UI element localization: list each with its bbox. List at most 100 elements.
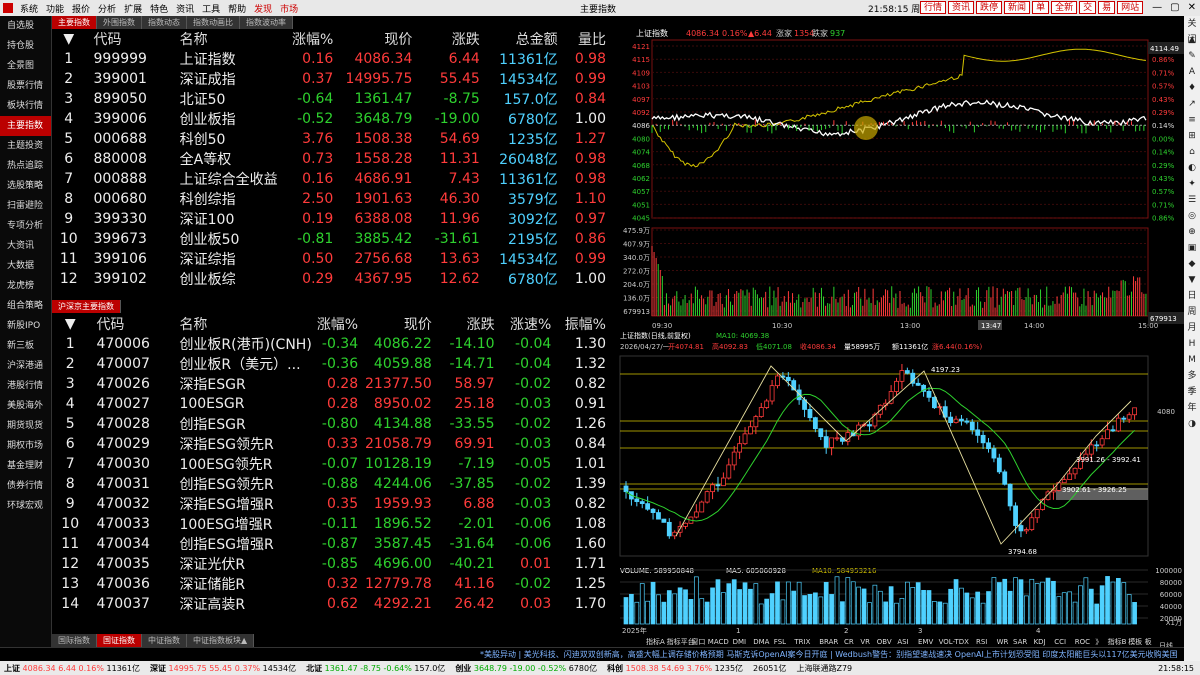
table-row[interactable]: 5 000688 科创50 3.76 1508.38 54.69 1235亿 1.27: [52, 129, 612, 149]
nav-item-20[interactable]: 期货现货: [0, 416, 51, 436]
top-button-7[interactable]: 易: [1098, 1, 1116, 14]
menu-item-1[interactable]: 功能: [42, 2, 68, 15]
right-tool-24[interactable]: 年: [1184, 400, 1200, 416]
right-tool-20[interactable]: H: [1184, 336, 1200, 352]
minimize-icon[interactable]: —: [1152, 2, 1162, 13]
table-row[interactable]: 3 899050 北证50 -0.64 1361.47 -8.75 157.0亿 0.84: [52, 89, 612, 109]
nav-item-1[interactable]: 持仓股: [0, 36, 51, 56]
right-tool-0[interactable]: 关闭: [1184, 16, 1200, 45]
top-button-0[interactable]: 行情: [920, 1, 947, 14]
indicator-tab-1[interactable]: 指标平台: [667, 637, 695, 646]
status-cy[interactable]: 创业 3648.79 -19.00 -0.52% 6780亿: [455, 663, 597, 674]
table-row[interactable]: 2 470007 创业板R（美元）... -0.36 4059.88 -14.71 -0.0…: [52, 354, 612, 374]
indicator-tab-13[interactable]: EMV: [918, 638, 933, 646]
right-tool-17[interactable]: 日: [1184, 288, 1200, 304]
table-row[interactable]: 12 470035 深证光伏R -0.85 4696.00 -40.21 0.01 1.71: [52, 554, 612, 574]
indicator-tab-7[interactable]: TRIX: [793, 638, 810, 646]
right-tool-11[interactable]: ☰: [1184, 192, 1200, 208]
indicator-tab-18[interactable]: KDJ: [1034, 638, 1046, 646]
right-tool-10[interactable]: ✦: [1184, 176, 1200, 192]
right-tool-1[interactable]: ▲: [1184, 32, 1200, 48]
top-button-3[interactable]: 新闻: [1004, 1, 1031, 14]
indicator-tab-19[interactable]: CCI: [1054, 638, 1066, 646]
right-tool-4[interactable]: ♦: [1184, 80, 1200, 96]
nav-item-19[interactable]: 美股海外: [0, 396, 51, 416]
table-row[interactable]: 10 399673 创业板50 -0.81 3885.42 -31.61 2195亿 0.86: [52, 229, 612, 249]
menu-item-4[interactable]: 扩展: [120, 2, 146, 15]
right-tool-22[interactable]: 多: [1184, 368, 1200, 384]
right-tool-6[interactable]: ≡: [1184, 112, 1200, 128]
top-button-8[interactable]: 网站: [1117, 1, 1144, 14]
indicator-tab-9[interactable]: CR: [844, 638, 854, 646]
table-row[interactable]: 1 470006 创业板R(港币)(CNH) -0.34 4086.22 -14.10 -0…: [52, 334, 612, 354]
right-tool-5[interactable]: ↗: [1184, 96, 1200, 112]
table-row[interactable]: 5 470028 创指ESGR -0.80 4134.88 -33.55 -0.02 1.26: [52, 414, 612, 434]
nav-item-8[interactable]: 选股策略: [0, 176, 51, 196]
tab-tabs_top-2[interactable]: 指数动态: [142, 16, 187, 29]
maximize-icon[interactable]: ▢: [1170, 2, 1179, 13]
nav-item-23[interactable]: 债券行情: [0, 476, 51, 496]
table-row[interactable]: 8 470031 创指ESG领先R -0.88 4244.06 -37.85 -0.02 1.…: [52, 474, 612, 494]
right-tool-12[interactable]: ◎: [1184, 208, 1200, 224]
right-tool-23[interactable]: 季: [1184, 384, 1200, 400]
table-row[interactable]: 7 470030 100ESG领先R -0.07 10128.19 -7.19 -0.05 1…: [52, 454, 612, 474]
right-tool-7[interactable]: ⊞: [1184, 128, 1200, 144]
indicator-tab-5[interactable]: DMA: [753, 638, 769, 646]
nav-item-6[interactable]: 主题投资: [0, 136, 51, 156]
indicator-tab-0[interactable]: 指标A: [646, 637, 665, 646]
indicator-tab-22[interactable]: 指标B: [1108, 637, 1127, 646]
col-header[interactable]: 名称: [171, 314, 313, 334]
indicator-tab-14[interactable]: VOL-TDX: [939, 638, 970, 646]
nav-item-4[interactable]: 板块行情: [0, 96, 51, 116]
indicator-tab-11[interactable]: OBV: [877, 638, 892, 646]
col-header[interactable]: 涨幅%: [314, 314, 365, 334]
nav-item-5[interactable]: 主要指数: [0, 116, 51, 136]
col-header[interactable]: 代码: [86, 29, 172, 49]
menu-item-5[interactable]: 特色: [146, 2, 172, 15]
indicator-tab-21[interactable]: 》: [1095, 638, 1102, 646]
nav-item-18[interactable]: 港股行情: [0, 376, 51, 396]
right-tool-16[interactable]: ▼: [1184, 272, 1200, 288]
indicator-tab-24[interactable]: 板: [1145, 637, 1152, 646]
nav-item-17[interactable]: 沪深港通: [0, 356, 51, 376]
nav-item-9[interactable]: 扫雷避险: [0, 196, 51, 216]
nav-item-3[interactable]: 股票行情: [0, 76, 51, 96]
tab-tabs_bottom-1[interactable]: 国证指数: [97, 634, 142, 647]
tab-tabs_bottom-2[interactable]: 中证指数: [142, 634, 187, 647]
table-row[interactable]: 9 399330 深证100 0.19 6388.08 11.96 3092亿 0.97: [52, 209, 612, 229]
indicator-tab-3[interactable]: MACD: [708, 638, 729, 646]
tab-tabs_top-0[interactable]: 主要指数: [52, 16, 97, 29]
tab-tabs_mid-0[interactable]: 沪深京主要指数: [52, 300, 121, 313]
nav-item-21[interactable]: 期权市场: [0, 436, 51, 456]
chart-pane[interactable]: 上证指数4086.340.16%▲6.44涨家1354跌家93741211.00…: [616, 16, 1184, 650]
table-row[interactable]: 4 399006 创业板指 -0.52 3648.79 -19.00 6780亿 1.00: [52, 109, 612, 129]
table-row[interactable]: 2 399001 深证成指 0.37 14995.75 55.45 14534亿 0.99: [52, 69, 612, 89]
indicator-tab-12[interactable]: ASI: [897, 638, 908, 646]
table-row[interactable]: 9 470032 深指ESG增强R 0.35 1959.93 6.88 -0.03 0.82: [52, 494, 612, 514]
indicator-tab-16[interactable]: WR: [997, 638, 1009, 646]
table-row[interactable]: 11 399106 深证综指 0.50 2756.68 13.63 14534亿 0.99: [52, 249, 612, 269]
menu-item-10[interactable]: 市场: [276, 2, 302, 15]
close-icon[interactable]: ✕: [1188, 2, 1196, 13]
col-header[interactable]: 振幅%: [557, 314, 612, 334]
status-sh[interactable]: 上证 4086.34 6.44 0.16% 11361亿: [4, 663, 140, 674]
col-header[interactable]: 涨幅%: [281, 29, 339, 49]
table-row[interactable]: 10 470033 100ESG增强R -0.11 1896.52 -2.01 -0.06 1…: [52, 514, 612, 534]
right-tool-19[interactable]: 月: [1184, 320, 1200, 336]
top-button-4[interactable]: 单: [1032, 1, 1050, 14]
nav-item-24[interactable]: 环球宏观: [0, 496, 51, 516]
col-header[interactable]: 现价: [364, 314, 438, 334]
table-row[interactable]: 1 999999 上证指数 0.16 4086.34 6.44 11361亿 0.98: [52, 49, 612, 69]
right-tool-9[interactable]: ◐: [1184, 160, 1200, 176]
col-header[interactable]: 量比: [564, 29, 612, 49]
menu-item-6[interactable]: 资讯: [172, 2, 198, 15]
top-button-1[interactable]: 资讯: [948, 1, 975, 14]
indicator-tab-20[interactable]: ROC: [1075, 638, 1090, 646]
top-button-6[interactable]: 交: [1079, 1, 1097, 14]
right-tool-18[interactable]: 周: [1184, 304, 1200, 320]
table-row[interactable]: 13 470036 深证储能R 0.32 12779.78 41.16 -0.02 1.25: [52, 574, 612, 594]
right-tool-14[interactable]: ▣: [1184, 240, 1200, 256]
tab-tabs_top-1[interactable]: 外围指数: [97, 16, 142, 29]
table-row[interactable]: 11 470034 创指ESG增强R -0.87 3587.45 -31.64 -0.06 1…: [52, 534, 612, 554]
status-kc[interactable]: 科创 1508.38 54.69 3.76% 1235亿: [607, 663, 743, 674]
